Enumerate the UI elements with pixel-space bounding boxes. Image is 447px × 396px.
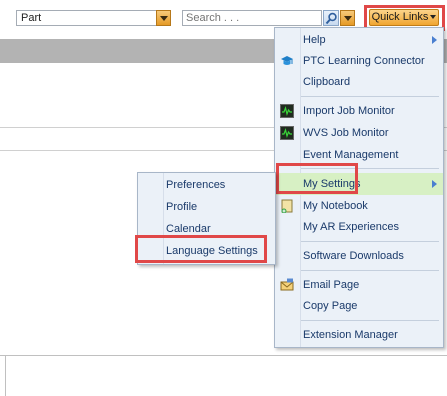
monitor-icon bbox=[280, 126, 294, 140]
menu-item-label: My AR Experiences bbox=[303, 221, 399, 233]
menu-item-extension-manager[interactable]: Extension Manager bbox=[275, 325, 443, 345]
menu-item-label: Import Job Monitor bbox=[303, 105, 395, 117]
quick-links-menu: Help PTC Learning Connector Clipboard Im… bbox=[274, 27, 444, 348]
menu-separator bbox=[301, 241, 439, 242]
menu-separator bbox=[301, 270, 439, 271]
menu-item-ptc-learning-connector[interactable]: PTC Learning Connector bbox=[275, 51, 443, 71]
menu-item-my-settings[interactable]: My Settings bbox=[275, 173, 443, 195]
menu-item-label: Email Page bbox=[303, 279, 360, 291]
menu-item-my-notebook[interactable]: My Notebook bbox=[275, 196, 443, 216]
menu-item-label: Help bbox=[303, 34, 326, 46]
menu-item-label: My Settings bbox=[303, 178, 361, 190]
notebook-icon bbox=[280, 199, 294, 214]
menu-item-label: WVS Job Monitor bbox=[303, 127, 389, 139]
menu-item-profile[interactable]: Profile bbox=[138, 197, 275, 217]
menu-item-label: PTC Learning Connector bbox=[303, 55, 425, 67]
menu-item-language-settings[interactable]: Language Settings bbox=[138, 241, 275, 261]
menu-separator bbox=[301, 168, 439, 169]
caret-down-icon bbox=[430, 15, 437, 20]
menu-separator bbox=[301, 320, 439, 321]
menu-item-label: Language Settings bbox=[166, 245, 258, 257]
content-panel bbox=[0, 355, 447, 396]
menu-item-calendar[interactable]: Calendar bbox=[138, 219, 275, 239]
menu-item-label: My Notebook bbox=[303, 200, 368, 212]
monitor-icon bbox=[280, 104, 294, 118]
menu-item-software-downloads[interactable]: Software Downloads bbox=[275, 246, 443, 266]
chevron-down-icon[interactable] bbox=[156, 10, 171, 26]
menu-item-label: Software Downloads bbox=[303, 250, 404, 262]
search-icon bbox=[325, 12, 337, 25]
menu-item-label: Profile bbox=[166, 201, 198, 213]
menu-item-label: Event Management bbox=[303, 149, 399, 161]
quick-links-button[interactable]: Quick Links bbox=[369, 9, 439, 26]
menu-item-import-job-monitor[interactable]: Import Job Monitor bbox=[275, 101, 443, 121]
search-input[interactable] bbox=[182, 10, 322, 26]
menu-item-copy-page[interactable]: Copy Page bbox=[275, 296, 443, 316]
submenu-arrow-icon bbox=[432, 180, 437, 188]
search-button[interactable] bbox=[323, 10, 339, 26]
menu-item-label: Copy Page bbox=[303, 300, 358, 312]
search-options-chevron-icon[interactable] bbox=[340, 10, 355, 26]
menu-item-label: Clipboard bbox=[303, 76, 351, 88]
email-icon bbox=[280, 278, 294, 292]
menu-item-preferences[interactable]: Preferences bbox=[138, 175, 275, 195]
menu-item-my-ar-experiences[interactable]: My AR Experiences bbox=[275, 217, 443, 237]
submenu-arrow-icon bbox=[432, 36, 437, 44]
menu-item-label: Calendar bbox=[166, 223, 211, 235]
menu-item-wvs-job-monitor[interactable]: WVS Job Monitor bbox=[275, 123, 443, 143]
graduation-cap-icon bbox=[280, 54, 294, 68]
menu-item-label: Extension Manager bbox=[303, 329, 398, 341]
my-settings-submenu: Preferences Profile Calendar Language Se… bbox=[137, 172, 276, 265]
menu-item-email-page[interactable]: Email Page bbox=[275, 275, 443, 295]
object-type-select[interactable]: Part bbox=[16, 10, 171, 26]
menu-item-help[interactable]: Help bbox=[275, 30, 443, 50]
menu-item-label: Preferences bbox=[166, 179, 226, 191]
menu-separator bbox=[301, 96, 439, 97]
quick-links-label: Quick Links bbox=[371, 11, 429, 23]
menu-item-clipboard[interactable]: Clipboard bbox=[275, 72, 443, 92]
object-type-value: Part bbox=[21, 12, 42, 24]
menu-item-event-management[interactable]: Event Management bbox=[275, 145, 443, 165]
